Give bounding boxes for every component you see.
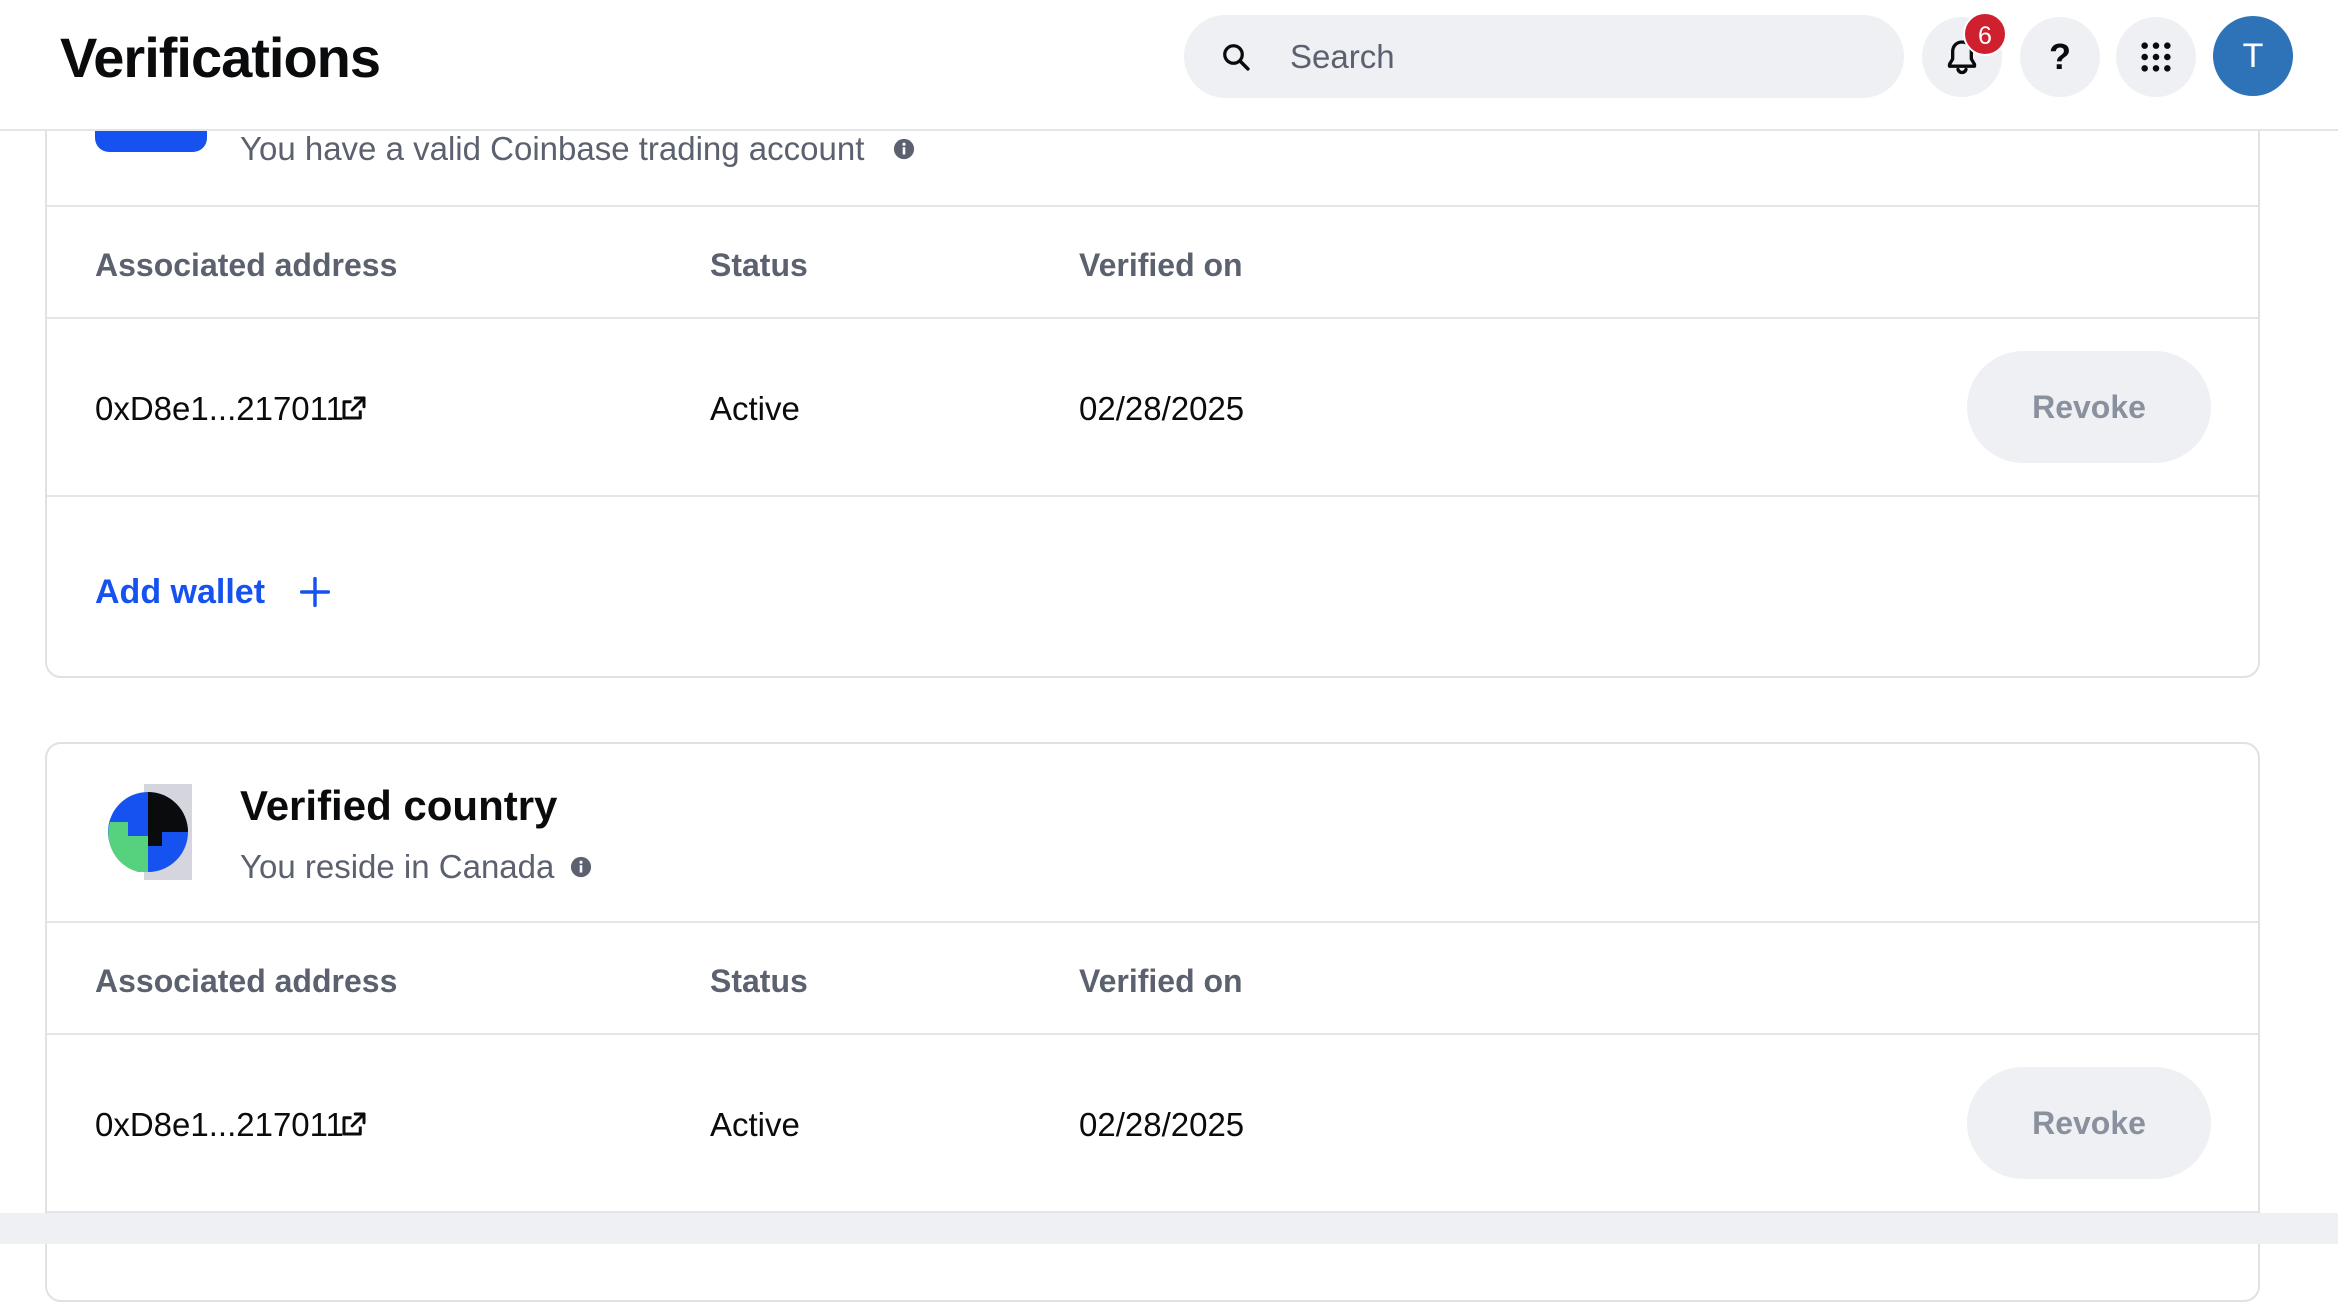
verified-date: 02/28/2025 [1079,390,1245,427]
external-link-icon[interactable] [339,1109,369,1139]
column-header-address: Associated address [95,247,398,283]
grid-icon [2141,42,2171,72]
card-subtitle: You have a valid Coinbase trading accoun… [240,130,865,167]
divider [47,921,2258,923]
add-wallet-label: Add wallet [95,572,266,611]
top-header: Verifications 6 ? T [0,0,2338,131]
column-header-verified-on: Verified on [1079,963,1243,999]
revoke-button[interactable]: Revoke [1967,1067,2211,1179]
help-icon: ? [2049,36,2071,77]
info-icon[interactable] [570,856,592,878]
revoke-button[interactable]: Revoke [1967,351,2211,463]
card-subtitle: You reside in Canada [240,848,555,885]
add-wallet-button[interactable]: Add wallet [95,567,331,617]
horizontal-scrollbar[interactable] [0,1213,2338,1244]
wallet-address-link[interactable]: 0xD8e1...217011 [95,1106,344,1144]
notification-count-badge: 6 [1963,12,2007,56]
plus-icon [299,576,331,608]
search-bar[interactable] [1184,15,1904,98]
search-input[interactable] [1290,15,1870,98]
verified-date: 02/28/2025 [1079,1106,1245,1143]
apps-button[interactable] [2116,17,2196,97]
divider [47,317,2258,319]
status-value: Active [710,1106,800,1143]
divider [47,205,2258,207]
column-header-status: Status [710,247,808,283]
column-header-address: Associated address [95,963,398,999]
external-link-icon[interactable] [339,393,369,423]
card-title: Verified country [240,782,558,829]
user-avatar[interactable]: T [2213,16,2293,96]
divider [47,495,2258,497]
column-header-status: Status [710,963,808,999]
status-value: Active [710,390,800,427]
globe-icon [108,784,192,880]
coinbase-verification-card: You have a valid Coinbase trading accoun… [45,60,2260,678]
help-button[interactable]: ? [2020,17,2100,97]
wallet-address-link[interactable]: 0xD8e1...217011 [95,390,344,428]
column-header-verified-on: Verified on [1079,247,1243,283]
search-icon [1223,44,1250,71]
page-title: Verifications [60,26,381,89]
divider [47,1033,2258,1035]
info-icon[interactable] [893,138,915,160]
